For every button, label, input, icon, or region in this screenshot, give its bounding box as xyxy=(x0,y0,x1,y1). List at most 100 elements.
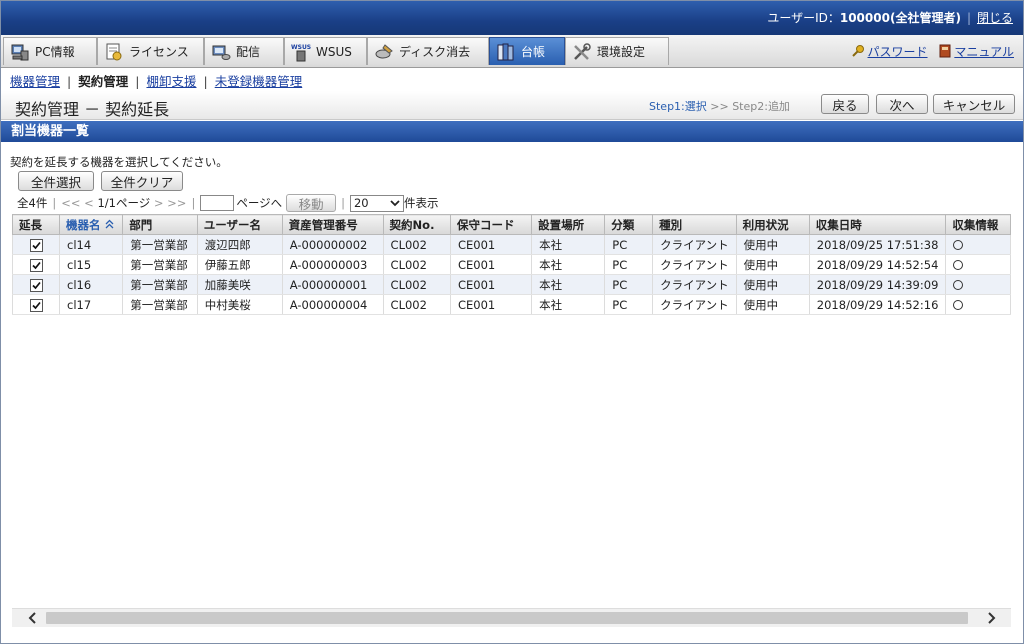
user-info: ユーザーID：100000(全社管理者) | 閉じる xyxy=(767,9,1013,26)
maintenance-code-cell: CE001 xyxy=(449,294,533,315)
collected-info-cell xyxy=(945,274,1011,295)
select-all-button[interactable]: 全件選択 xyxy=(18,171,94,191)
column-header[interactable]: 収集情報 xyxy=(945,214,1011,235)
location-cell: 本社 xyxy=(531,254,606,275)
scroll-right-icon[interactable] xyxy=(982,609,1000,627)
cancel-button[interactable]: キャンセル xyxy=(933,94,1015,114)
clear-all-button[interactable]: 全件クリア xyxy=(101,171,183,191)
collected-at-cell: 2018/09/25 17:51:38 xyxy=(808,234,947,255)
tab-label: 環境設定 xyxy=(597,45,646,59)
step1-label: Step1:選択 xyxy=(649,100,707,113)
page-number-input[interactable] xyxy=(200,195,235,211)
tab-settings[interactable]: 環境設定 xyxy=(565,37,669,65)
circle-mark-icon xyxy=(953,300,964,310)
tab-ledger[interactable]: 台帳 xyxy=(489,37,565,65)
asset-number-cell: A-000000001 xyxy=(281,274,384,295)
column-header[interactable]: 部門 xyxy=(122,214,198,235)
column-header-label: 機器名 xyxy=(66,217,101,232)
column-header[interactable]: 資産管理番号 xyxy=(281,214,384,235)
extend-checkbox[interactable] xyxy=(29,258,43,272)
extend-checkbox[interactable] xyxy=(29,278,43,292)
column-header[interactable]: 利用状況 xyxy=(735,214,810,235)
instruction-text: 契約を延長する機器を選択してください。 xyxy=(10,155,228,169)
contract-number-cell: CL002 xyxy=(382,234,451,255)
column-header[interactable]: ユーザー名 xyxy=(196,214,283,235)
close-link[interactable]: 閉じる xyxy=(977,11,1013,25)
column-header[interactable]: 設置場所 xyxy=(531,214,606,235)
per-page-suffix: 件表示 xyxy=(403,196,439,210)
wsus-icon: WSUS xyxy=(291,42,311,62)
check-icon xyxy=(31,301,41,309)
category-cell: PC xyxy=(604,234,654,255)
category-cell: PC xyxy=(604,254,654,275)
collected-at-cell: 2018/09/29 14:39:09 xyxy=(808,274,947,295)
top-header: ユーザーID：100000(全社管理者) | 閉じる xyxy=(1,1,1023,35)
usage-status-cell: 使用中 xyxy=(735,234,810,255)
subnav-device-management[interactable]: 機器管理 xyxy=(10,74,60,89)
scrollbar-thumb[interactable] xyxy=(46,612,968,624)
maintenance-code-cell: CE001 xyxy=(449,274,533,295)
subnav-unregistered-devices[interactable]: 未登録機器管理 xyxy=(215,74,303,89)
first-page-link[interactable]: << xyxy=(61,196,80,210)
check-icon xyxy=(31,261,41,269)
prev-page-link[interactable]: < xyxy=(84,196,94,210)
next-button[interactable]: 次へ xyxy=(876,94,928,114)
usage-status-cell: 使用中 xyxy=(735,294,810,315)
step-arrow: >> xyxy=(710,100,729,113)
subnav-inventory-support[interactable]: 棚卸支援 xyxy=(146,74,196,89)
tab-pc-info[interactable]: PC情報 xyxy=(3,37,97,65)
goto-page-label: ページへ xyxy=(236,196,283,210)
ledger-icon xyxy=(496,42,516,62)
user-name-cell: 中村美桜 xyxy=(196,294,283,315)
department-cell: 第一営業部 xyxy=(122,234,198,255)
collected-at-cell: 2018/09/29 14:52:16 xyxy=(808,294,947,315)
key-icon xyxy=(851,44,865,61)
column-header[interactable]: 保守コード xyxy=(449,214,533,235)
password-link[interactable]: パスワード xyxy=(868,45,928,59)
table-header-row: 延長 機器名 部門 ユーザー名 資産管理番号 契約No. 保守コード 設置場所 … xyxy=(11,214,1011,235)
tab-wsus[interactable]: WSUS WSUS xyxy=(284,37,367,65)
next-page-link[interactable]: > xyxy=(154,196,164,210)
manual-link[interactable]: マニュアル xyxy=(954,45,1014,59)
table-row: cl16 第一営業部 加藤美咲 A-000000001 CL002 CE001 … xyxy=(11,274,1011,295)
extend-checkbox[interactable] xyxy=(29,298,43,312)
scroll-left-icon[interactable] xyxy=(24,609,42,627)
last-page-link[interactable]: >> xyxy=(167,196,186,210)
pager: 全4件 | << < 1/1ページ > >> | ページへ 移動 | 20 件表… xyxy=(17,194,438,212)
circle-mark-icon xyxy=(953,260,964,270)
column-header[interactable]: 分類 xyxy=(604,214,654,235)
top-links: パスワード マニュアル xyxy=(851,43,1014,61)
sub-navigation: 機器管理 | 契約管理 | 棚卸支援 | 未登録機器管理 xyxy=(10,71,302,90)
contract-number-cell: CL002 xyxy=(382,294,451,315)
asset-number-cell: A-000000003 xyxy=(281,254,384,275)
department-cell: 第一営業部 xyxy=(122,254,198,275)
extend-checkbox[interactable] xyxy=(29,238,43,252)
tab-disk-erase[interactable]: ディスク消去 xyxy=(367,37,489,65)
asset-number-cell: A-000000004 xyxy=(281,294,384,315)
column-header[interactable]: 収集日時 xyxy=(808,214,947,235)
contract-number-cell: CL002 xyxy=(382,254,451,275)
department-cell: 第一営業部 xyxy=(122,294,198,315)
collected-info-cell xyxy=(945,254,1011,275)
disk-erase-icon xyxy=(374,42,394,62)
tab-label: PC情報 xyxy=(35,45,75,59)
column-header[interactable]: 契約No. xyxy=(382,214,451,235)
column-header-sorted[interactable]: 機器名 xyxy=(59,214,124,235)
tab-distribution[interactable]: 配信 xyxy=(204,37,284,65)
table-row: cl14 第一営業部 渡辺四郎 A-000000002 CL002 CE001 … xyxy=(11,234,1011,255)
step2-label: Step2:追加 xyxy=(732,100,790,113)
license-icon xyxy=(104,42,124,62)
tab-license[interactable]: ライセンス xyxy=(97,37,204,65)
back-button[interactable]: 戻る xyxy=(821,94,869,114)
horizontal-scrollbar[interactable] xyxy=(12,608,1011,627)
tab-label: ライセンス xyxy=(129,45,189,59)
move-button[interactable]: 移動 xyxy=(286,194,337,212)
svg-text:WSUS: WSUS xyxy=(291,44,311,51)
column-header[interactable]: 種別 xyxy=(652,214,737,235)
asset-number-cell: A-000000002 xyxy=(281,234,384,255)
per-page-select[interactable]: 20 xyxy=(349,194,404,212)
column-header: 延長 xyxy=(11,214,61,235)
check-icon xyxy=(31,241,41,249)
user-name-cell: 渡辺四郎 xyxy=(196,234,283,255)
tab-label: ディスク消去 xyxy=(399,45,471,59)
